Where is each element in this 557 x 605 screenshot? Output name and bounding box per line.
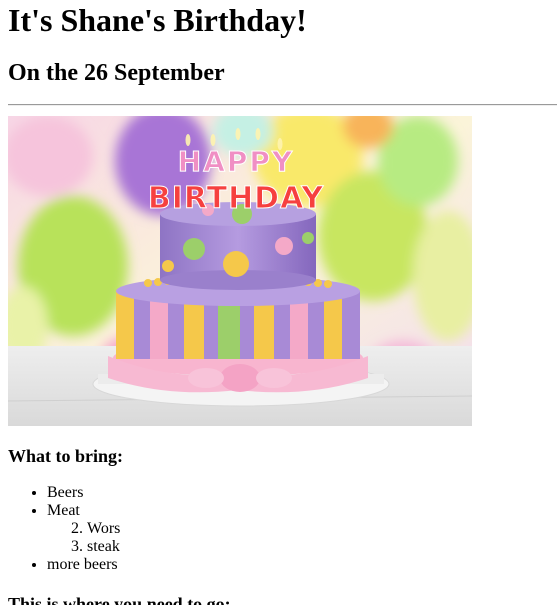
date-heading: On the 26 September <box>8 60 225 86</box>
bring-item-meat: Meat <box>47 502 80 519</box>
cake-text-happy: HAPPY <box>178 145 294 178</box>
cake-illustration: HAPPY BIRTHDAY <box>8 116 472 426</box>
meat-item-steak: steak <box>87 538 120 555</box>
birthday-cake-image: HAPPY BIRTHDAY <box>8 116 472 426</box>
list-item: Beers <box>47 484 120 502</box>
meat-item-wors: Wors <box>87 520 121 537</box>
list-item: Wors <box>87 520 120 538</box>
list-item: more beers <box>47 556 120 574</box>
list-item: Meat Wors steak <box>47 502 120 556</box>
bring-item-beers: Beers <box>47 484 84 501</box>
cake-text-birthday: BIRTHDAY <box>148 181 325 216</box>
divider <box>8 104 557 106</box>
list-item: steak <box>87 538 120 556</box>
page-title: It's Shane's Birthday! <box>8 2 307 38</box>
cake-bottom-tier <box>108 276 368 393</box>
page: It's Shane's Birthday! On the 26 Septemb… <box>0 0 557 605</box>
bring-list: Beers Meat Wors steak more beers <box>0 484 120 574</box>
bring-heading: What to bring: <box>8 446 124 466</box>
location-heading: This is where you need to go: <box>8 594 231 605</box>
meat-sublist: Wors steak <box>47 520 120 556</box>
bring-item-more-beers: more beers <box>47 556 118 573</box>
